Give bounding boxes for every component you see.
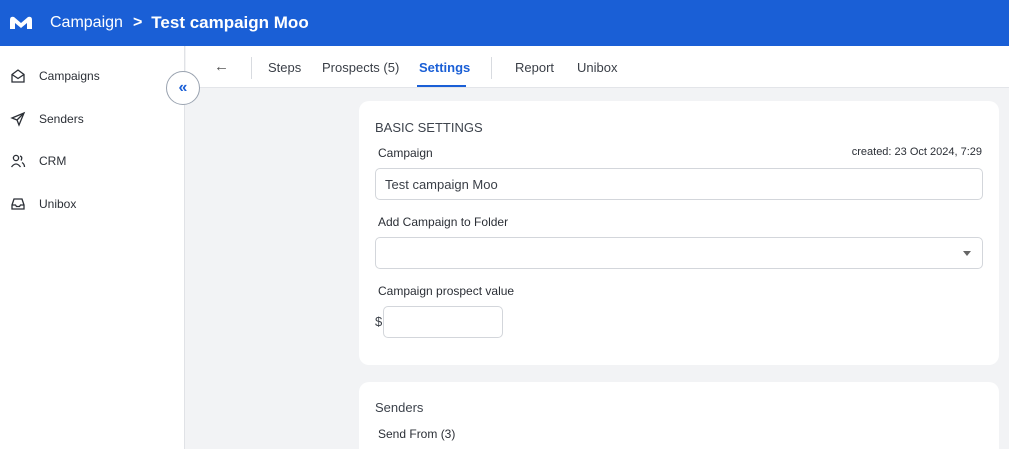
tab-steps[interactable]: Steps (268, 60, 301, 75)
sidebar: Campaigns Senders CRM Unibox (0, 46, 185, 449)
chevron-right-icon: > (132, 14, 143, 31)
folder-label: Add Campaign to Folder (378, 215, 509, 229)
section-title: Senders (375, 400, 424, 415)
inbox-icon (10, 196, 26, 212)
sidebar-item-label: Campaigns (39, 69, 100, 83)
divider (491, 57, 492, 79)
top-bar: Campaign > Test campaign Moo (0, 0, 1009, 46)
prospect-value-input[interactable] (383, 306, 503, 338)
prospect-value-label: Campaign prospect value (378, 284, 515, 298)
sidebar-item-label: Unibox (39, 197, 77, 211)
campaign-label: Campaign (378, 146, 433, 160)
sidebar-item-label: CRM (39, 154, 67, 168)
campaign-name-input[interactable]: Test campaign Moo (375, 168, 983, 200)
caret-down-icon (963, 251, 971, 256)
basic-settings-card: BASIC SETTINGS Campaign created: 23 Oct … (359, 101, 999, 365)
sidebar-item-senders[interactable]: Senders (0, 107, 184, 131)
divider (251, 57, 252, 79)
paper-plane-icon (10, 111, 26, 127)
collapse-sidebar-button[interactable]: « (166, 71, 200, 105)
senders-card: Senders Send From (3) (359, 382, 999, 449)
sidebar-item-crm[interactable]: CRM (0, 149, 184, 173)
tab-prospects[interactable]: Prospects (5) (322, 60, 399, 75)
breadcrumb-campaign[interactable]: Campaign (50, 14, 123, 32)
double-chevron-left-icon: « (178, 79, 188, 96)
folder-select[interactable] (375, 237, 983, 269)
users-icon (10, 153, 26, 169)
tab-unibox[interactable]: Unibox (577, 60, 617, 75)
created-timestamp: created: 23 Oct 2024, 7:29 (851, 146, 982, 158)
brand-logo-icon[interactable] (9, 13, 35, 33)
section-title: BASIC SETTINGS (375, 120, 483, 135)
tab-settings[interactable]: Settings (419, 60, 470, 75)
tab-report[interactable]: Report (515, 60, 554, 75)
active-tab-indicator (417, 85, 466, 87)
tab-bar: ← Steps Prospects (5) Settings Report Un… (186, 46, 1009, 88)
currency-symbol: $ (375, 314, 383, 329)
send-from-label: Send From (3) (378, 427, 456, 441)
sidebar-item-campaigns[interactable]: Campaigns (0, 64, 184, 88)
sidebar-item-unibox[interactable]: Unibox (0, 192, 184, 216)
sidebar-item-label: Senders (39, 112, 84, 126)
envelope-open-icon (10, 68, 26, 84)
back-arrow-icon[interactable]: ← (214, 58, 229, 75)
page-title: Test campaign Moo (151, 13, 309, 32)
